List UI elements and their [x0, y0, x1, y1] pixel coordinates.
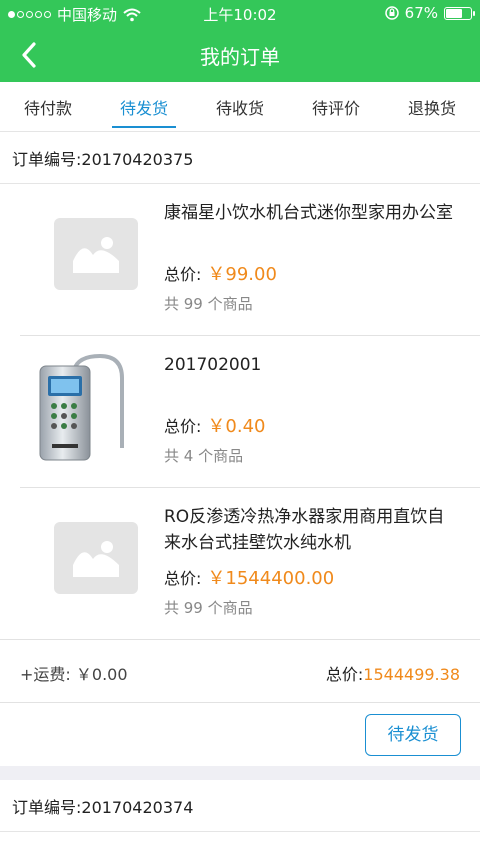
order-separator	[0, 766, 480, 780]
order-actions: 待发货	[0, 703, 480, 765]
battery-icon	[444, 6, 475, 20]
tab-pending-review[interactable]: 待评价	[288, 82, 384, 131]
product-price-row: 总价: ￥0.40	[164, 412, 265, 438]
order-number: 订单编号:20170420374	[0, 780, 480, 832]
total-amount: 1544499.38	[363, 665, 460, 684]
placeholder-image-icon	[54, 218, 138, 290]
status-right: 67%	[384, 4, 475, 22]
product-thumbnail	[30, 348, 130, 466]
nav-bar: 我的订单	[0, 28, 480, 82]
product-price-row: 总价: ￥99.00	[164, 260, 277, 286]
product-count: 共 99 个商品	[164, 295, 253, 313]
price-label: 总价:	[164, 569, 202, 588]
price-label: 总价:	[164, 417, 202, 436]
product-count: 共 4 个商品	[164, 447, 244, 465]
status-bar: 中国移动 上午10:02 67%	[0, 0, 480, 28]
product-name: 康福星小饮水机台式迷你型家用办公室	[164, 203, 453, 223]
pending-shipment-button[interactable]: 待发货	[365, 714, 461, 756]
battery-percent: 67%	[404, 4, 438, 22]
placeholder-image-icon	[54, 522, 138, 594]
order-summary: +运费: ￥0.00 总价:1544499.38	[0, 639, 480, 703]
order-item[interactable]: 201702001 总价: ￥0.40 共 4 个商品	[20, 336, 480, 488]
page-title: 我的订单	[200, 45, 280, 69]
product-price: ￥1544400.00	[207, 568, 335, 589]
rotation-lock-icon	[384, 6, 399, 20]
product-price: ￥0.40	[207, 416, 266, 437]
water-ionizer-product-icon	[39, 353, 124, 461]
product-name: 201702001	[164, 355, 262, 375]
tab-pending-shipment[interactable]: 待发货	[96, 82, 192, 131]
product-name: RO反渗透冷热净水器家用商用直饮自来水台式挂壁饮水纯水机	[164, 507, 445, 553]
product-count: 共 99 个商品	[164, 599, 253, 617]
tab-pending-receipt[interactable]: 待收货	[192, 82, 288, 131]
order-number: 订单编号:20170420375	[0, 132, 480, 184]
product-price: ￥99.00	[207, 264, 277, 285]
product-price-row: 总价: ￥1544400.00	[164, 564, 334, 590]
order-status-tabs: 待付款 待发货 待收货 待评价 退换货	[0, 82, 480, 132]
product-thumbnail	[54, 218, 138, 290]
tab-returns[interactable]: 退换货	[384, 82, 480, 131]
order-total: 总价:1544499.38	[326, 661, 460, 685]
order-item[interactable]: 康福星小饮水机台式迷你型家用办公室 总价: ￥99.00 共 99 个商品	[20, 184, 480, 336]
price-label: 总价:	[164, 265, 202, 284]
shipping-fee: +运费: ￥0.00	[20, 665, 128, 684]
product-thumbnail	[54, 522, 138, 594]
total-label: 总价:	[325, 665, 364, 684]
order-item[interactable]: RO反渗透冷热净水器家用商用直饮自来水台式挂壁饮水纯水机 总价: ￥1544400…	[20, 488, 480, 640]
tab-pending-payment[interactable]: 待付款	[0, 82, 96, 131]
